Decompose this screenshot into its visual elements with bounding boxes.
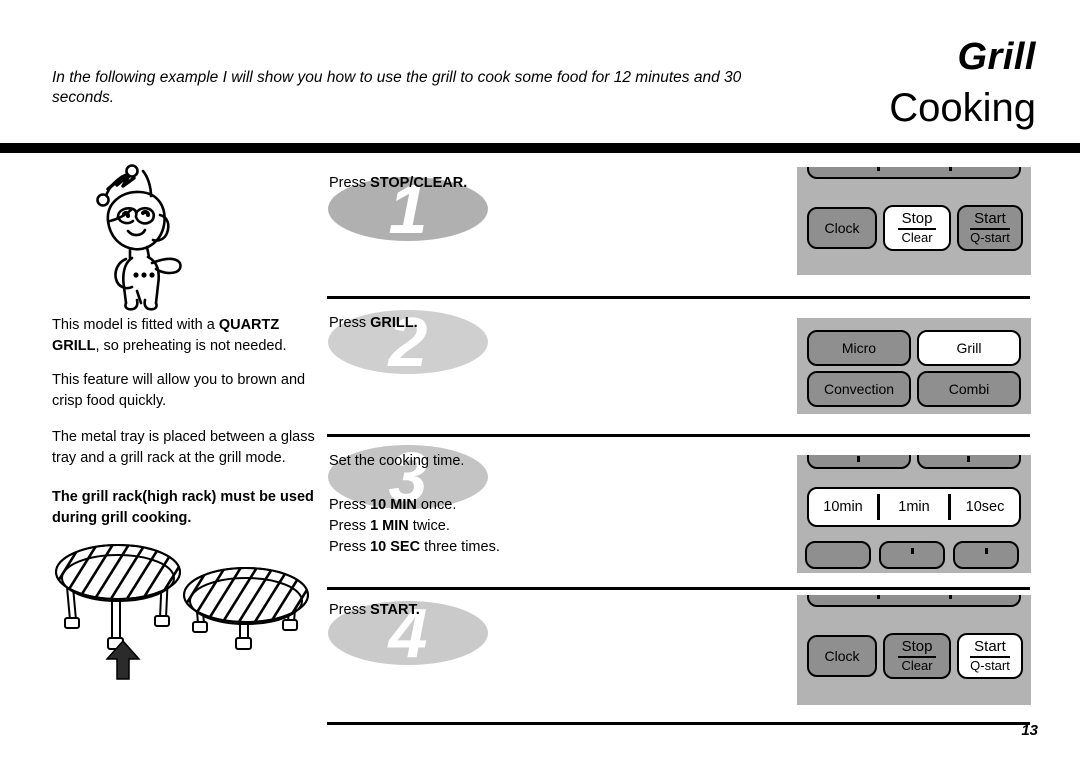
info-paragraph-metal-tray: The metal tray is placed between a glass…: [52, 429, 315, 466]
ten-min-button[interactable]: 10min: [809, 489, 877, 525]
page-number: 13: [1021, 722, 1038, 739]
qstart-label: Q-start: [970, 230, 1010, 246]
start-label: Start: [970, 211, 1010, 231]
ten-sec-button[interactable]: 10sec: [951, 489, 1019, 525]
grill-mode-button[interactable]: Grill: [917, 330, 1021, 366]
tick-mark-icon: [877, 167, 880, 171]
time-buttons-group: 10min 1min 10sec: [807, 487, 1021, 527]
info-paragraph-brown-crisp: This feature will allow you to brown and…: [52, 372, 306, 409]
micro-mode-button[interactable]: Micro: [807, 330, 911, 366]
grill-rack-illustration: [55, 544, 309, 680]
convection-label: Convection: [823, 380, 895, 397]
step-instruction-3-details: Press 10 MIN once. Press 1 MIN twice. Pres…: [329, 497, 500, 556]
step-instruction-4: Press START.: [329, 602, 420, 618]
panel-button-partial-top[interactable]: [807, 595, 1021, 607]
clear-label: Clear: [901, 658, 933, 674]
panel-button-partial-bottom-3[interactable]: [953, 541, 1019, 569]
stop-label: Stop: [897, 211, 937, 231]
combi-mode-button[interactable]: Combi: [917, 371, 1021, 407]
start-qstart-button[interactable]: Start Q-start: [957, 205, 1023, 251]
tick-mark-icon: [877, 595, 880, 599]
stop-clear-button[interactable]: Stop Clear: [883, 205, 951, 251]
steps-column: 1 Press STOP/CLEAR. Clock Stop Clear Sta…: [320, 155, 1080, 755]
tick-mark-icon: [857, 456, 860, 462]
step-instruction-1: Press STOP/CLEAR.: [329, 175, 468, 191]
step-divider: [327, 434, 1030, 437]
tick-mark-icon: [967, 456, 970, 462]
step-instruction-3: Set the cooking time.: [329, 453, 465, 469]
panel-button-partial-top-left[interactable]: [807, 455, 911, 469]
clock-button-label: Clock: [824, 647, 860, 664]
step-divider: [327, 296, 1030, 299]
clear-label: Clear: [901, 230, 933, 246]
step-divider: [327, 587, 1030, 590]
control-panel-step-3: 10min 1min 10sec: [797, 455, 1031, 573]
panel-button-partial-top-right[interactable]: [917, 455, 1021, 469]
clock-button[interactable]: Clock: [807, 207, 877, 249]
info-paragraph-quartz-grill: This model is fitted with a QUARTZ GRILL…: [52, 317, 287, 354]
micro-label: Micro: [841, 339, 877, 356]
panel-button-partial-top[interactable]: [807, 167, 1021, 179]
control-panel-step-1: Clock Stop Clear Start Q-start: [797, 167, 1031, 275]
tick-mark-icon: [949, 167, 952, 171]
tick-mark-icon: [911, 548, 914, 554]
start-label: Start: [970, 639, 1010, 659]
one-min-button[interactable]: 1min: [880, 489, 948, 525]
grill-label: Grill: [956, 339, 982, 356]
tick-mark-icon: [949, 595, 952, 599]
combi-label: Combi: [948, 380, 990, 397]
page-title-cooking: Cooking: [889, 86, 1036, 130]
convection-mode-button[interactable]: Convection: [807, 371, 911, 407]
tick-mark-icon: [985, 548, 988, 554]
intro-paragraph: In the following example I will show you…: [52, 69, 742, 107]
step-divider-footer: [327, 722, 1030, 725]
stop-clear-button[interactable]: Stop Clear: [883, 633, 951, 679]
page-header: Grill Cooking In the following example I…: [0, 0, 1080, 153]
mascot-character-illustration: [96, 164, 182, 311]
info-paragraph-high-rack-warning: The grill rack(high rack) must be used d…: [52, 489, 314, 526]
clock-button-label: Clock: [824, 219, 860, 236]
stop-label: Stop: [897, 639, 937, 659]
left-info-column: This model is fitted with a QUARTZ GRILL…: [0, 155, 320, 755]
page-title-grill: Grill: [957, 36, 1036, 78]
panel-button-partial-bottom-1[interactable]: [805, 541, 871, 569]
start-qstart-button[interactable]: Start Q-start: [957, 633, 1023, 679]
step-instruction-2: Press GRILL.: [329, 315, 418, 331]
clock-button[interactable]: Clock: [807, 635, 877, 677]
control-panel-step-2: Micro Grill Convection Combi: [797, 318, 1031, 414]
qstart-label: Q-start: [970, 658, 1010, 674]
header-divider-rule: [0, 143, 1080, 153]
control-panel-step-4: Clock Stop Clear Start Q-start: [797, 595, 1031, 705]
panel-button-partial-bottom-2[interactable]: [879, 541, 945, 569]
